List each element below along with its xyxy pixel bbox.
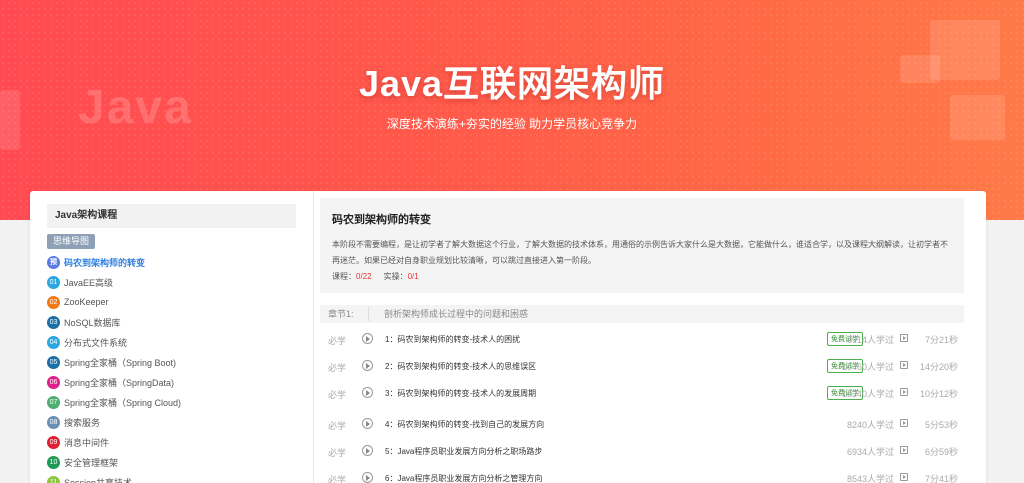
stage-title: 码农到架构师的转变 [332, 214, 431, 226]
sidebar-course-item[interactable]: 07 Spring全家桶（Spring Cloud) [47, 392, 296, 412]
practice-count-value: 0/1 [407, 272, 419, 281]
hero-subtitle: 深度技术演练+夯实的经验 助力学员核心竞争力 [386, 117, 638, 131]
course-number-badge: 06 [47, 375, 60, 389]
course-label: 搜索服务 [64, 417, 101, 428]
course-number-badge: 04 [47, 335, 60, 349]
lesson-title[interactable]: 4：码农到架构师的转变-找到自己的发展方向 [385, 419, 544, 430]
stage-description: 本阶段不需要编程，是让初学者了解大数据这个行业，了解大数据的技术体系，用通俗的示… [332, 240, 948, 265]
course-list: 预码农到架构师的转变 01 JavaEE高级 02 ZooKeeper 03 NoSQL数据… [47, 252, 296, 483]
hero-title: Java互联网架构师 [358, 63, 666, 104]
learner-count: 9914人学过 [846, 335, 894, 345]
course-label: NoSQL数据库 [64, 317, 121, 328]
course-number-badge: 10 [47, 455, 60, 469]
course-number-badge: 预 [47, 255, 60, 269]
lesson-duration: 7分41秒 [924, 474, 958, 483]
chapter-label: 章节1: [328, 309, 354, 319]
mindmap-button[interactable]: 思维导图 [47, 234, 96, 249]
lesson-duration: 14分20秒 [919, 362, 958, 372]
course-label: 安全管理框架 [64, 457, 119, 468]
sidebar-course-item[interactable]: 10 安全管理框架 [47, 452, 296, 472]
lesson-title[interactable]: 6：Java程序员职业发展方向分析之管理方向 [385, 473, 542, 483]
course-number-badge: 09 [47, 435, 60, 449]
course-detail: 码农到架构师的转变 本阶段不需要编程，是让初学者了解大数据这个行业，了解大数据的… [315, 191, 986, 483]
play-icon[interactable] [362, 360, 373, 371]
course-sidebar: Java架构课程 思维导图 预码农到架构师的转变 01 JavaEE高级 02 ZooK… [30, 191, 314, 483]
learner-count: 10460人学过 [841, 362, 894, 372]
lesson-title[interactable]: 2：码农到架构师的转变-技术人的思维误区 [385, 361, 536, 372]
course-number-badge: 07 [47, 395, 60, 409]
lesson-title[interactable]: 1：码农到架构师的转变-技术人的困扰 [385, 334, 520, 345]
lesson-duration: 7分21秒 [924, 335, 958, 345]
course-label: 码农到架构师的转变 [64, 257, 146, 268]
stage-stats: 课程：0/22 实操：0/1 [332, 271, 952, 282]
chapter-header[interactable]: 章节1: 剖析架构师成长过程中的问题和困惑 [320, 305, 964, 323]
course-label: 消息中间件 [64, 437, 110, 448]
learner-count: 10340人学过 [841, 389, 894, 399]
course-number-badge: 03 [47, 315, 60, 329]
hero-banner: Java Java互联网架构师 深度技术演练+夯实的经验 助力学员核心竞争力 [0, 0, 1024, 220]
play-icon[interactable] [362, 418, 373, 429]
required-tag: 必学 [328, 336, 347, 346]
course-label: 分布式文件系统 [64, 337, 128, 348]
lesson-title[interactable]: 5：Java程序员职业发展方向分析之职场路步 [385, 446, 542, 457]
course-number-badge: 08 [47, 415, 60, 429]
sidebar-course-item[interactable]: 09 消息中间件 [47, 432, 296, 452]
lesson-duration: 6分59秒 [924, 447, 958, 457]
sidebar-course-item[interactable]: 03 NoSQL数据库 [47, 312, 296, 332]
stage-intro: 码农到架构师的转变 本阶段不需要编程，是让初学者了解大数据这个行业，了解大数据的… [320, 198, 964, 293]
sidebar-course-item[interactable]: 05 Spring全家桶（Spring Boot) [47, 352, 296, 372]
course-panel: Java架构课程 思维导图 预码农到架构师的转变 01 JavaEE高级 02 ZooK… [30, 191, 986, 483]
sidebar-course-item[interactable]: 02 ZooKeeper [47, 292, 296, 312]
video-duration-icon [900, 334, 908, 342]
video-duration-icon [900, 446, 908, 454]
video-duration-icon [900, 473, 908, 481]
chapter-title: 剖析架构师成长过程中的问题和困惑 [384, 309, 529, 319]
lesson-row[interactable]: 必学 1：码农到架构师的转变-技术人的困扰 免费试学 9914人学过 7分21秒 [320, 326, 964, 352]
play-icon[interactable] [362, 472, 373, 483]
course-label: ZooKeeper [64, 297, 109, 307]
lesson-row[interactable]: 必学 3：码农到架构师的转变-技术人的发展周期 免费试学 10340人学过 10分12秒 [320, 380, 964, 406]
video-duration-icon [900, 388, 908, 396]
sidebar-course-item[interactable]: 04 分布式文件系统 [47, 332, 296, 352]
course-label: Spring全家桶（Spring Boot) [64, 357, 177, 368]
sidebar-course-item[interactable]: 预码农到架构师的转变 [47, 252, 296, 272]
sidebar-course-item[interactable]: 01 JavaEE高级 [47, 272, 296, 292]
play-icon[interactable] [362, 333, 373, 344]
course-number-badge: 05 [47, 355, 60, 369]
lesson-duration: 10分12秒 [919, 389, 958, 399]
video-duration-icon [900, 419, 908, 427]
course-number-badge: 02 [47, 295, 60, 309]
course-label: Spring全家桶（Spring Cloud) [64, 397, 182, 408]
required-tag: 必学 [328, 390, 347, 400]
play-icon[interactable] [362, 387, 373, 398]
course-label: Session共享技术 [64, 477, 133, 483]
lesson-row[interactable]: 必学 6：Java程序员职业发展方向分析之管理方向 8543人学过 7分41秒 [320, 465, 964, 483]
course-number-badge: 01 [47, 275, 60, 289]
sidebar-course-item[interactable]: 08 搜索服务 [47, 412, 296, 432]
sidebar-course-item[interactable]: 11 Session共享技术 [47, 472, 296, 483]
required-tag: 必学 [328, 363, 347, 373]
course-number-badge: 11 [47, 475, 60, 483]
course-count-label: 课程： [332, 272, 356, 281]
course-label: JavaEE高级 [64, 277, 114, 288]
required-tag: 必学 [328, 448, 347, 458]
play-icon[interactable] [362, 445, 373, 456]
required-tag: 必学 [328, 421, 347, 431]
required-tag: 必学 [328, 475, 347, 483]
practice-count-label: 实操： [383, 272, 408, 281]
lesson-row[interactable]: 必学 5：Java程序员职业发展方向分析之职场路步 6934人学过 6分59秒 [320, 438, 964, 464]
learner-count: 6934人学过 [846, 447, 894, 457]
chapter-divider [368, 307, 369, 321]
lesson-duration: 5分53秒 [924, 420, 958, 430]
sidebar-heading: Java架构课程 [47, 204, 296, 228]
learner-count: 8543人学过 [846, 474, 894, 483]
course-count-value: 0/22 [356, 272, 372, 281]
course-label: Spring全家桶（SpringData) [64, 377, 175, 388]
lesson-title[interactable]: 3：码农到架构师的转变-技术人的发展周期 [385, 388, 536, 399]
learner-count: 8240人学过 [846, 420, 894, 430]
lesson-row[interactable]: 必学 4：码农到架构师的转变-找到自己的发展方向 8240人学过 5分53秒 [320, 411, 964, 437]
lesson-row[interactable]: 必学 2：码农到架构师的转变-技术人的思维误区 免费试学 10460人学过 14分20秒 [320, 353, 964, 379]
video-duration-icon [900, 361, 908, 369]
sidebar-course-item[interactable]: 06 Spring全家桶（SpringData) [47, 372, 296, 392]
